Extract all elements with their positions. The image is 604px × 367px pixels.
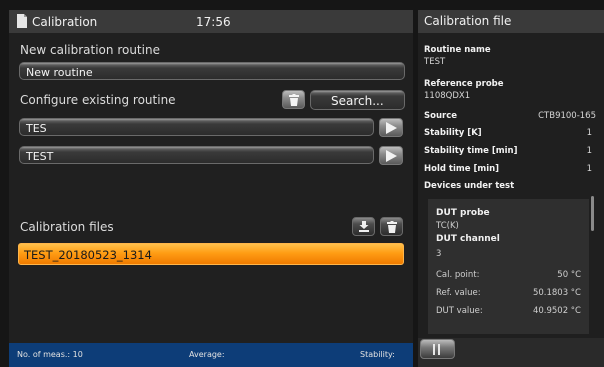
routine-name-value: TEST <box>424 57 446 67</box>
play-icon <box>386 122 397 134</box>
search-label: Search... <box>331 94 384 108</box>
cal-point-label: Cal. point: <box>436 270 480 280</box>
ref-value-label: Ref. value: <box>436 288 481 298</box>
search-button[interactable]: Search... <box>310 90 405 110</box>
trash-icon <box>289 94 299 106</box>
new-routine-label: New calibration routine <box>20 43 160 57</box>
dut-value-label: DUT value: <box>436 306 483 316</box>
routine-name: TES <box>26 122 47 135</box>
dut-section-label: Devices under test <box>424 181 515 191</box>
panel-header: Calibration file <box>418 10 604 33</box>
hold-time-label: Hold time [min] <box>424 164 500 174</box>
meas-count: No. of meas.: 10 <box>17 350 83 359</box>
scrollbar[interactable] <box>591 196 594 231</box>
page-title: Calibration <box>32 15 98 29</box>
grip-icon <box>438 344 440 355</box>
existing-routine-label: Configure existing routine <box>20 93 176 107</box>
delete-file-button[interactable] <box>380 217 403 236</box>
cal-point-value: 50 °C <box>557 270 581 280</box>
average-label: Average: <box>189 350 225 359</box>
clock: 17:56 <box>196 15 231 29</box>
hold-time-value: 1 <box>586 164 592 174</box>
toggle-handle[interactable] <box>420 339 455 359</box>
panel-title: Calibration file <box>424 14 512 28</box>
grip-icon <box>433 344 435 355</box>
open-routine-button[interactable] <box>379 118 403 137</box>
source-value: CTB9100-165 <box>538 111 596 121</box>
play-icon <box>386 150 397 162</box>
file-name: TEST_20180523_1314 <box>24 248 152 262</box>
dut-channel-label: DUT channel <box>436 234 500 244</box>
stability-time-label: Stability time [min] <box>424 146 518 156</box>
status-bar: No. of meas.: 10 Average: Stability: <box>9 343 413 367</box>
dut-probe-value: TC(K) <box>436 221 459 231</box>
dut-channel-value: 3 <box>436 249 442 259</box>
stability-k-value: 1 <box>586 128 592 138</box>
ref-probe-value: 1108QDX1 <box>424 91 471 101</box>
delete-routine-button[interactable] <box>282 90 305 109</box>
stability-time-value: 1 <box>586 146 592 156</box>
ref-probe-label: Reference probe <box>424 79 504 89</box>
file-list-item-selected[interactable]: TEST_20180523_1314 <box>18 243 404 265</box>
trash-icon <box>387 221 397 233</box>
routine-name-label: Routine name <box>424 45 491 55</box>
routine-row[interactable]: TES <box>19 118 374 136</box>
export-file-button[interactable] <box>352 217 375 236</box>
dut-probe-label: DUT probe <box>436 208 490 218</box>
new-routine-field[interactable]: New routine <box>19 62 405 80</box>
new-routine-value: New routine <box>26 66 93 79</box>
stability-k-label: Stability [K] <box>424 128 482 138</box>
stability-label: Stability: <box>360 350 395 359</box>
ref-value: 50.1803 °C <box>532 288 581 298</box>
open-routine-button[interactable] <box>379 146 403 165</box>
document-icon <box>17 14 27 28</box>
source-label: Source <box>424 111 458 121</box>
download-icon <box>359 221 369 232</box>
calibration-files-label: Calibration files <box>20 220 114 234</box>
routine-name: TEST <box>26 150 54 163</box>
dut-card[interactable]: DUT probe TC(K) DUT channel 3 Cal. point… <box>428 199 589 334</box>
dut-value: 40.9502 °C <box>532 306 581 316</box>
routine-row[interactable]: TEST <box>19 146 374 164</box>
